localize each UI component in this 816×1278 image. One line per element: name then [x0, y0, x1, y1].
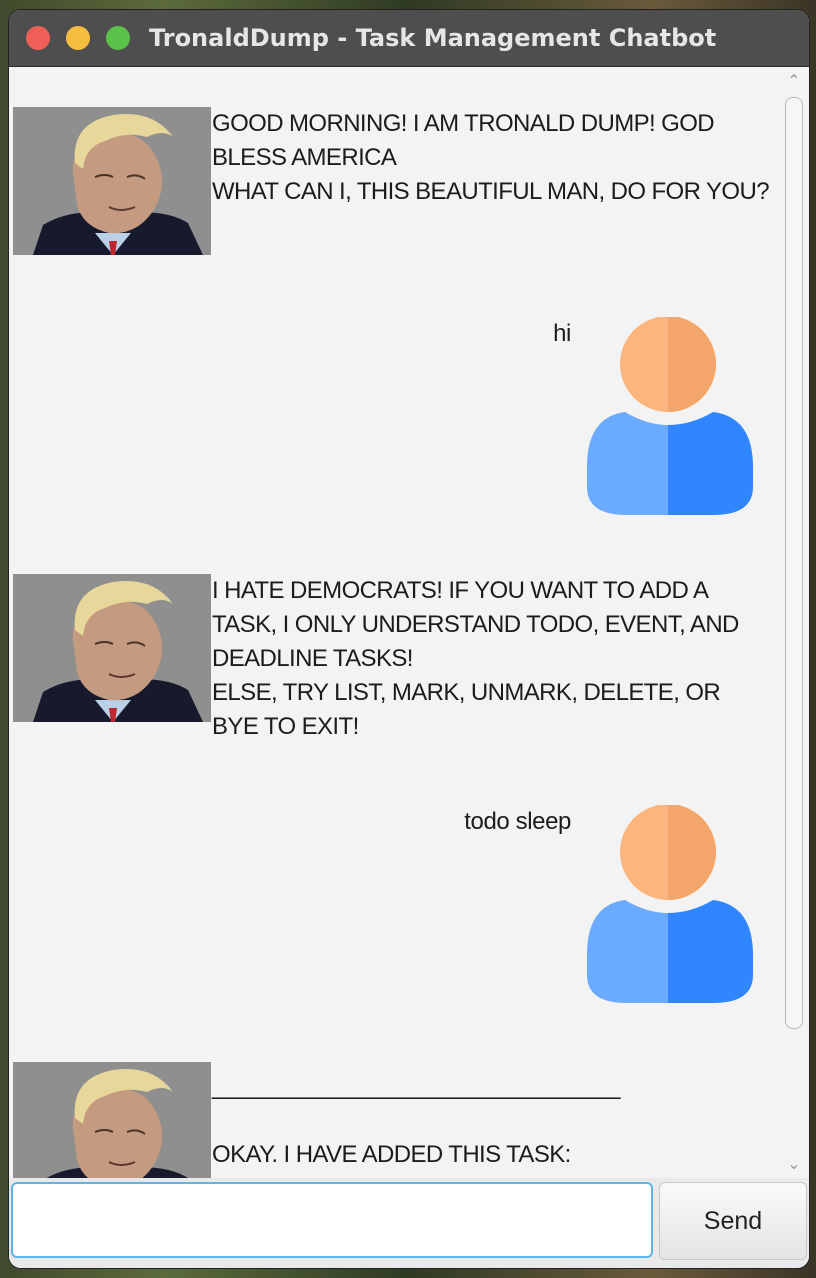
chevron-down-icon[interactable]: ⌄	[779, 1154, 809, 1174]
send-button[interactable]: Send	[659, 1182, 807, 1260]
app-window: TronaldDump - Task Management Chatbot GO…	[9, 10, 809, 1268]
close-window-button[interactable]	[26, 26, 50, 50]
input-bar: Send	[9, 1178, 809, 1268]
dialog-box-bot: GOOD MORNING! I AM TRONALD DUMP! GOD BLE…	[9, 107, 779, 267]
bot-message-text: ________________________________ OKAY. I…	[212, 1073, 621, 1178]
scrollbar-thumb[interactable]	[785, 97, 803, 1029]
chevron-up-icon[interactable]: ⌃	[779, 71, 809, 91]
vertical-scrollbar[interactable]: ⌃ ⌄	[779, 67, 809, 1178]
message-input[interactable]	[11, 1182, 653, 1258]
user-avatar-icon	[587, 804, 753, 1003]
minimize-window-button[interactable]	[66, 26, 90, 50]
dialog-box-bot: I HATE DEMOCRATS! IF YOU WANT TO ADD A T…	[9, 574, 779, 774]
dialog-box-user: todo sleep	[9, 804, 779, 1005]
user-avatar-icon	[587, 316, 753, 515]
dialog-box-user: hi	[9, 316, 779, 517]
dialog-box-bot: ________________________________ OKAY. I…	[9, 1062, 779, 1178]
bot-avatar-icon	[13, 1062, 211, 1178]
bot-avatar-icon	[13, 107, 211, 255]
title-bar[interactable]: TronaldDump - Task Management Chatbot	[9, 10, 809, 67]
chat-scroll-pane[interactable]: GOOD MORNING! I AM TRONALD DUMP! GOD BLE…	[9, 67, 809, 1178]
bot-message-text: GOOD MORNING! I AM TRONALD DUMP! GOD BLE…	[212, 110, 770, 205]
window-title: TronaldDump - Task Management Chatbot	[149, 24, 717, 52]
maximize-window-button[interactable]	[106, 26, 130, 50]
bot-avatar-icon	[13, 574, 211, 722]
user-message-text: hi	[553, 320, 571, 347]
user-message-text: todo sleep	[464, 808, 571, 835]
bot-message-text: I HATE DEMOCRATS! IF YOU WANT TO ADD A T…	[212, 577, 739, 740]
